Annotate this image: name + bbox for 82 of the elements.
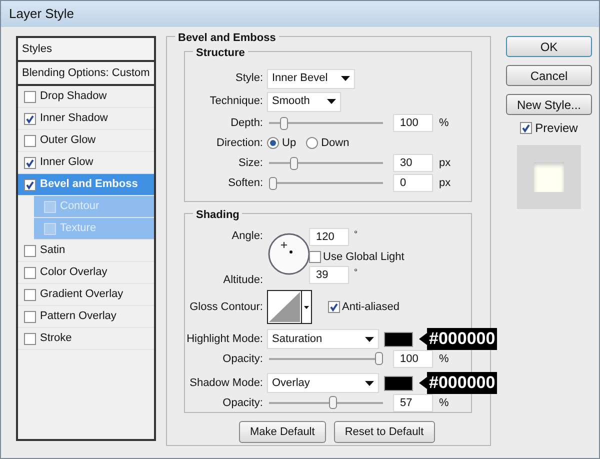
number-field[interactable]: 0 <box>393 174 433 192</box>
number-field[interactable]: 30 <box>393 154 433 172</box>
angle-dial <box>267 232 311 276</box>
unit-label: px <box>439 176 451 191</box>
checkbox-option[interactable]: Anti-aliased <box>328 298 400 316</box>
checkbox[interactable] <box>309 251 321 263</box>
preview-swatch <box>534 162 564 192</box>
unit-label: % <box>439 396 449 411</box>
field-label: Altitude: <box>222 272 264 288</box>
unit-label: ° <box>354 266 358 279</box>
checkbox[interactable] <box>520 122 532 134</box>
dialog-button[interactable]: Make Default <box>239 421 326 443</box>
checkbox[interactable] <box>24 288 36 300</box>
color-swatch[interactable] <box>384 332 413 347</box>
dropdown[interactable]: Overlay <box>267 373 379 394</box>
slider-thumb[interactable] <box>280 116 288 130</box>
style-item[interactable]: Pattern Overlay <box>18 306 154 328</box>
contour-picker[interactable] <box>267 290 312 324</box>
number-field[interactable]: 100 <box>393 350 433 368</box>
window-title: Layer Style <box>9 5 74 24</box>
dialog-button[interactable]: Cancel <box>506 65 592 86</box>
field-label: Opacity: <box>222 352 264 367</box>
checkbox[interactable] <box>24 266 36 278</box>
checkbox[interactable] <box>24 244 36 256</box>
checkbox[interactable] <box>24 310 36 322</box>
style-item[interactable]: Stroke <box>18 328 154 350</box>
group-title: Shading <box>193 207 242 224</box>
slider-thumb[interactable] <box>375 352 383 366</box>
radio-option[interactable]: Down <box>306 134 350 152</box>
caret-icon <box>365 336 374 342</box>
unit-label: % <box>439 352 449 367</box>
dialog-button[interactable]: New Style... <box>506 94 592 115</box>
number-field[interactable]: 120 <box>309 228 349 246</box>
checkbox[interactable] <box>24 332 36 344</box>
field-label: Angle: <box>230 229 264 244</box>
field-label: Direction: <box>216 136 264 151</box>
checkbox[interactable] <box>24 178 36 190</box>
dropdown[interactable]: Saturation <box>267 329 379 350</box>
field-label: Depth: <box>230 116 264 131</box>
style-item[interactable]: Satin <box>18 240 154 262</box>
caret-icon <box>341 76 350 81</box>
style-item[interactable]: Inner Shadow <box>18 108 154 130</box>
field-label: Style: <box>234 71 264 86</box>
style-item[interactable]: Color Overlay <box>18 262 154 284</box>
contour-curve-icon <box>268 291 301 323</box>
dialog-button[interactable]: OK <box>506 36 592 57</box>
radio-option[interactable]: Up <box>267 134 296 152</box>
checkbox[interactable] <box>24 156 36 168</box>
style-item[interactable]: Outer Glow <box>18 130 154 152</box>
unit-label: % <box>439 116 449 131</box>
caret-icon <box>365 380 374 386</box>
number-field[interactable]: 100 <box>393 114 433 132</box>
unit-label: px <box>439 156 451 171</box>
color-swatch[interactable] <box>384 376 413 391</box>
dropdown[interactable]: Smooth <box>267 92 341 112</box>
field-label: Technique: <box>208 94 264 110</box>
field-label: Shadow Mode: <box>188 376 264 392</box>
slider-thumb[interactable] <box>329 396 338 410</box>
checkbox-option[interactable]: Use Global Light <box>309 248 404 266</box>
field-label: Highlight Mode: <box>186 332 264 348</box>
field-label: Size: <box>238 156 264 171</box>
slider-thumb[interactable] <box>269 176 277 190</box>
dialog-button[interactable]: Reset to Default <box>334 421 435 443</box>
slider-thumb[interactable] <box>290 156 298 170</box>
checkbox-option[interactable]: Preview <box>520 119 578 137</box>
checkbox[interactable] <box>328 301 340 313</box>
checkbox[interactable] <box>24 112 36 124</box>
callout-arrow-icon <box>419 332 427 345</box>
number-field[interactable]: 57 <box>393 394 433 412</box>
unit-label: ° <box>354 228 358 241</box>
field-label: Gloss Contour: <box>188 300 264 315</box>
dropdown[interactable]: Inner Bevel <box>267 68 355 88</box>
checkbox[interactable] <box>24 90 36 102</box>
number-field[interactable]: 39 <box>309 266 349 284</box>
checkbox[interactable] <box>24 134 36 146</box>
caret-icon <box>304 306 309 308</box>
field-label: Opacity: <box>222 396 264 411</box>
callout-arrow-icon <box>419 376 427 389</box>
style-item[interactable]: Drop Shadow <box>18 86 154 108</box>
field-label: Soften: <box>227 176 264 191</box>
style-item[interactable]: Gradient Overlay <box>18 284 154 306</box>
caret-icon <box>327 99 336 104</box>
